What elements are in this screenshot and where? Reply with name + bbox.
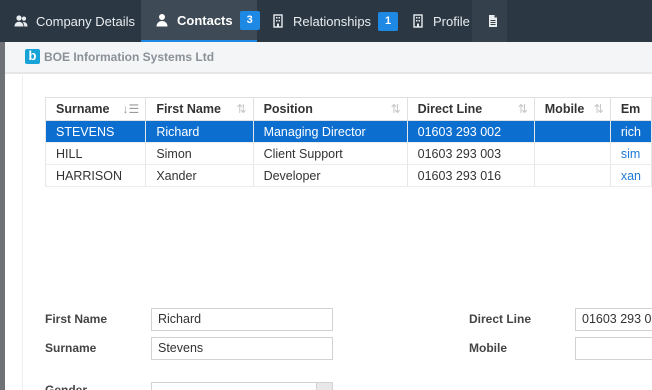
cell-email-link[interactable]: xan xyxy=(609,164,652,187)
count-badge: 1 xyxy=(378,11,399,31)
cell-mobile xyxy=(533,142,611,165)
cell-first-name: Richard xyxy=(145,120,254,143)
cell-surname: STEVENS xyxy=(44,120,147,143)
tab-documents[interactable] xyxy=(472,0,507,42)
mobile-label: Mobile xyxy=(469,341,507,355)
document-icon xyxy=(486,14,500,28)
sort-icon: ⇅ xyxy=(236,102,247,116)
tab-bar: Company Details Contacts 3 Relationships… xyxy=(0,0,652,42)
cell-direct-line: 01603 293 016 xyxy=(406,164,535,187)
cell-position: Managing Director xyxy=(252,120,408,143)
cell-first-name: Xander xyxy=(145,164,254,187)
column-header-position[interactable]: Position ⇅ xyxy=(252,97,408,121)
users-icon xyxy=(14,14,28,28)
direct-line-label: Direct Line xyxy=(469,312,532,326)
sort-icon: ⇅ xyxy=(593,102,604,116)
panel-header: b BOE Information Systems Ltd xyxy=(5,42,652,74)
tab-profile[interactable]: Profile xyxy=(397,0,472,42)
contacts-table: Surname ↓☰ First Name ⇅ Position ⇅ Direct L… xyxy=(44,97,652,187)
first-name-label: First Name xyxy=(45,312,108,326)
column-header-direct-line[interactable]: Direct Line ⇅ xyxy=(406,97,535,121)
cell-mobile xyxy=(533,120,611,143)
column-header-surname[interactable]: Surname ↓☰ xyxy=(44,97,147,121)
surname-field[interactable]: Stevens xyxy=(151,337,333,360)
sort-desc-icon: ↓☰ xyxy=(122,102,140,116)
tab-label: Company Details xyxy=(36,13,135,29)
tab-label: Profile xyxy=(433,13,470,29)
cell-position: Developer xyxy=(252,164,408,187)
tab-contacts[interactable]: Contacts 3 xyxy=(141,0,260,42)
cell-direct-line: 01603 293 002 xyxy=(406,120,535,143)
cell-email-link[interactable]: sim xyxy=(609,142,652,165)
cell-position: Client Support xyxy=(252,142,408,165)
cell-mobile xyxy=(533,164,611,187)
gender-select[interactable] xyxy=(151,382,333,390)
column-header-email[interactable]: Em xyxy=(609,97,652,121)
company-name: BOE Information Systems Ltd xyxy=(44,50,215,64)
column-header-mobile[interactable]: Mobile ⇅ xyxy=(533,97,611,121)
table-header-row: Surname ↓☰ First Name ⇅ Position ⇅ Direct L… xyxy=(44,97,652,121)
user-icon xyxy=(155,13,169,27)
cell-email-link[interactable]: rich xyxy=(609,120,652,143)
mobile-field[interactable] xyxy=(575,337,652,360)
gender-label: Gender xyxy=(45,383,88,390)
tab-label: Contacts xyxy=(177,12,233,28)
cell-first-name: Simon xyxy=(145,142,254,165)
building-icon xyxy=(271,14,285,28)
contacts-panel: b BOE Information Systems Ltd Surname ↓☰ … xyxy=(5,42,652,390)
cell-direct-line: 01603 293 003 xyxy=(406,142,535,165)
tab-label: Relationships xyxy=(293,13,372,29)
company-logo: b xyxy=(25,49,40,64)
table-row[interactable]: HILL Simon Client Support 01603 293 003 … xyxy=(44,142,652,165)
first-name-field[interactable]: Richard xyxy=(151,308,333,331)
surname-label: Surname xyxy=(45,341,97,355)
cell-surname: HARRISON xyxy=(44,164,147,187)
tab-company-details[interactable]: Company Details xyxy=(0,0,141,42)
table-row[interactable]: STEVENS Richard Managing Director 01603 … xyxy=(44,120,652,143)
sort-icon: ⇅ xyxy=(390,102,401,116)
dropdown-button[interactable] xyxy=(316,383,332,390)
table-row[interactable]: HARRISON Xander Developer 01603 293 016 … xyxy=(44,164,652,187)
building-icon xyxy=(411,14,425,28)
direct-line-field[interactable]: 01603 293 002 xyxy=(575,308,652,331)
column-header-first-name[interactable]: First Name ⇅ xyxy=(145,97,254,121)
tab-relationships[interactable]: Relationships 1 xyxy=(257,0,399,42)
sort-icon: ⇅ xyxy=(517,102,528,116)
cell-surname: HILL xyxy=(44,142,147,165)
